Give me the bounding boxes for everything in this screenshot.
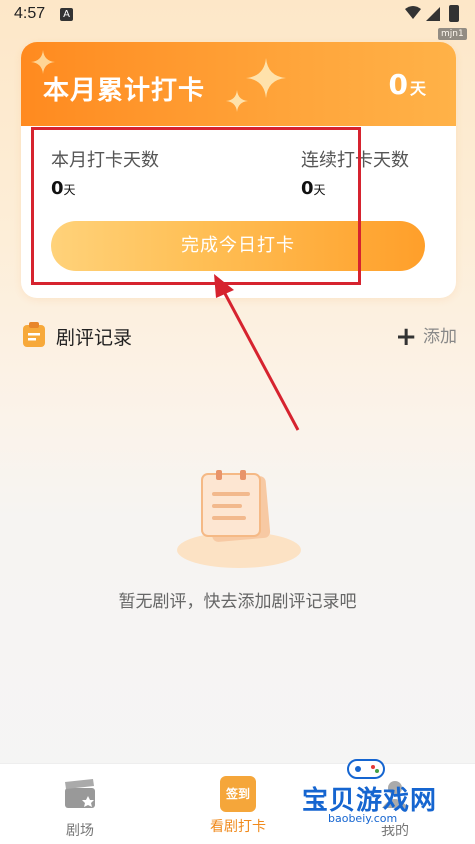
clipboard-icon: [23, 322, 45, 347]
sparkle-icon: [226, 90, 248, 112]
checkin-calendar-icon: 签到: [220, 776, 256, 812]
nav-item-checkin[interactable]: 签到 看剧打卡: [178, 776, 298, 836]
watermark-url: baobeiy.com: [320, 812, 406, 825]
nav-label: 看剧打卡: [210, 819, 266, 835]
card-header: 本月累计打卡 0天: [21, 42, 456, 126]
app-notification-icon: A: [60, 8, 73, 21]
section-title: 剧评记录: [56, 327, 133, 349]
signal-icon: [426, 7, 440, 21]
monthly-total: 0天: [389, 68, 427, 101]
empty-note-icon: [177, 470, 301, 568]
clapperboard-icon: [65, 779, 95, 808]
status-bar: 4:57 A: [0, 0, 475, 30]
watermark-logo: 宝贝游戏网 baobeiy.com: [298, 750, 475, 844]
add-review-button[interactable]: + 添加: [395, 322, 457, 352]
gamepad-icon: [347, 759, 385, 779]
sparkle-icon: [246, 58, 286, 98]
empty-state-text: 暂无剧评，快去添加剧评记录吧: [118, 592, 357, 612]
monthly-total-unit: 天: [409, 79, 426, 98]
debug-tag: mjn1: [438, 28, 467, 40]
status-time: 4:57: [14, 5, 46, 22]
nav-label: 剧场: [66, 823, 94, 839]
checkin-badge: 签到: [225, 787, 250, 801]
monthly-total-value: 0: [388, 68, 408, 101]
card-title: 本月累计打卡: [43, 76, 206, 106]
battery-icon: [449, 5, 459, 22]
add-label: 添加: [423, 327, 457, 347]
annotation-arrow-icon: [214, 274, 300, 431]
nav-item-theater[interactable]: 剧场: [20, 776, 140, 840]
wifi-icon: [405, 6, 421, 19]
plus-icon: +: [395, 322, 417, 352]
annotation-highlight-box: [31, 127, 361, 285]
review-section-header: 剧评记录 + 添加: [22, 320, 457, 352]
